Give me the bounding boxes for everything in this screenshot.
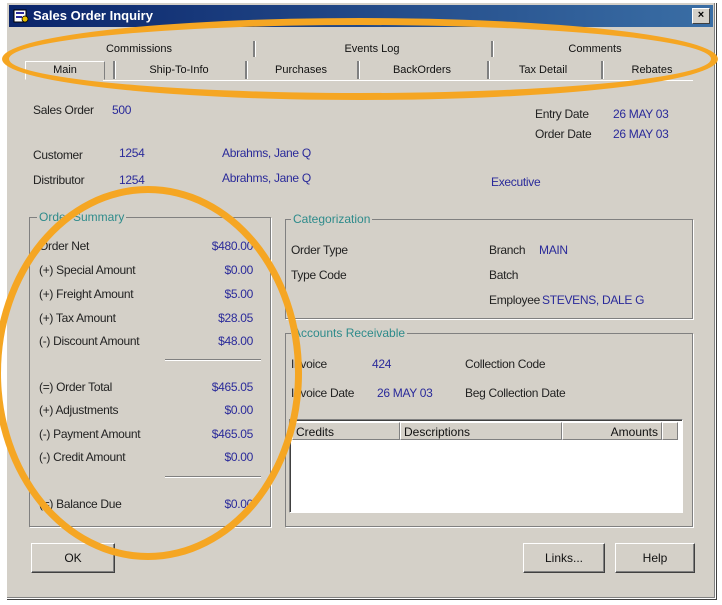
summary-row-amount: $465.05 [211,427,254,441]
summary-divider [165,359,261,361]
tab-separator [357,61,360,79]
tab-tax-detail[interactable]: Tax Detail [493,62,593,79]
help-button[interactable]: Help [615,543,695,573]
distributor-name: Abrahms, Jane Q [222,171,311,185]
tab-events-log[interactable]: Events Log [257,41,487,58]
summary-row-label: (+) Special Amount [39,263,136,277]
tab-backorders[interactable]: BackOrders [363,62,481,79]
entry-date-value: 26 MAY 03 [613,107,669,121]
summary-row-label: (+) Adjustments [39,403,119,417]
invoice-date-label: Invoice Date [291,386,355,400]
type-code-label: Type Code [291,268,347,282]
entry-date-label: Entry Date [535,107,589,121]
tab-separator [491,41,494,57]
tab-separator [487,61,490,79]
column-header-credits[interactable]: Credits [292,422,400,440]
distributor-type: Executive [491,175,541,189]
tab-main[interactable]: Main [25,61,105,80]
batch-label: Batch [489,268,519,282]
invoice-date-value: 26 MAY 03 [377,386,433,400]
customer-id: 1254 [119,146,145,160]
summary-row-label: (+) Tax Amount [39,311,116,325]
summary-row-amount: $0.00 [224,403,253,417]
invoice-label: Invoice [291,357,327,371]
summary-row-amount: $0.00 [224,263,253,277]
summary-row-amount: $465.05 [211,380,254,394]
tab-separator [113,61,116,79]
branch-value: MAIN [539,243,568,257]
summary-row-label: (=) Order Total [39,380,112,394]
balance-due-amount: $0.00 [224,497,253,511]
employee-label: Employee [489,293,540,307]
ok-button[interactable]: OK [31,543,115,573]
app-icon [13,9,29,23]
column-header-filler [662,422,678,440]
summary-row-label: Order Net [39,239,89,253]
links-button[interactable]: Links... [523,543,605,573]
sales-order-label: Sales Order [33,103,94,117]
summary-row-amount: $0.00 [224,450,253,464]
summary-row-amount: $5.00 [224,287,253,301]
accounts-receivable-title: Accounts Receivable [291,326,408,340]
tab-rebates[interactable]: Rebates [607,62,697,79]
summary-row-amount: $48.00 [218,334,253,348]
collection-code-label: Collection Code [465,357,546,371]
beg-collection-date-label: Beg Collection Date [465,386,566,400]
tab-separator [601,61,604,79]
invoice-value: 424 [372,357,392,371]
column-header-amounts[interactable]: Amounts [562,422,662,440]
window-title: Sales Order Inquiry [33,8,153,23]
credits-table[interactable]: Credits Descriptions Amounts [289,419,683,513]
order-summary-title: Order Summary [37,210,127,224]
summary-row-label: (-) Payment Amount [39,427,141,441]
distributor-id: 1254 [119,173,145,187]
summary-row-amount: $480.00 [211,239,254,253]
order-date-value: 26 MAY 03 [613,127,669,141]
column-header-descriptions[interactable]: Descriptions [400,422,562,440]
summary-row-label: (-) Credit Amount [39,450,126,464]
summary-divider [165,476,261,478]
order-date-label: Order Date [535,127,592,141]
tab-separator [245,61,248,79]
tab-panel-edge [103,80,693,81]
customer-name: Abrahms, Jane Q [222,146,311,160]
summary-row-label: (-) Discount Amount [39,334,140,348]
summary-row-amount: $28.05 [218,311,253,325]
sales-order-inquiry-window: Sales Order Inquiry × Commissions Events… [6,2,716,599]
tab-purchases[interactable]: Purchases [251,62,351,79]
title-bar: Sales Order Inquiry × [9,5,713,27]
distributor-label: Distributor [33,173,85,187]
categorization-title: Categorization [291,212,373,226]
balance-due-label: (=) Balance Due [39,497,122,511]
sales-order-value: 500 [112,103,132,117]
tab-commissions[interactable]: Commissions [29,41,249,58]
tab-separator [253,41,256,57]
tab-comments[interactable]: Comments [495,41,695,58]
order-type-label: Order Type [291,243,348,257]
employee-value: STEVENS, DALE G [542,293,645,307]
customer-label: Customer [33,148,83,162]
branch-label: Branch [489,243,526,257]
close-button[interactable]: × [692,8,710,24]
tab-ship-to-info[interactable]: Ship-To-Info [119,62,239,79]
summary-row-label: (+) Freight Amount [39,287,134,301]
